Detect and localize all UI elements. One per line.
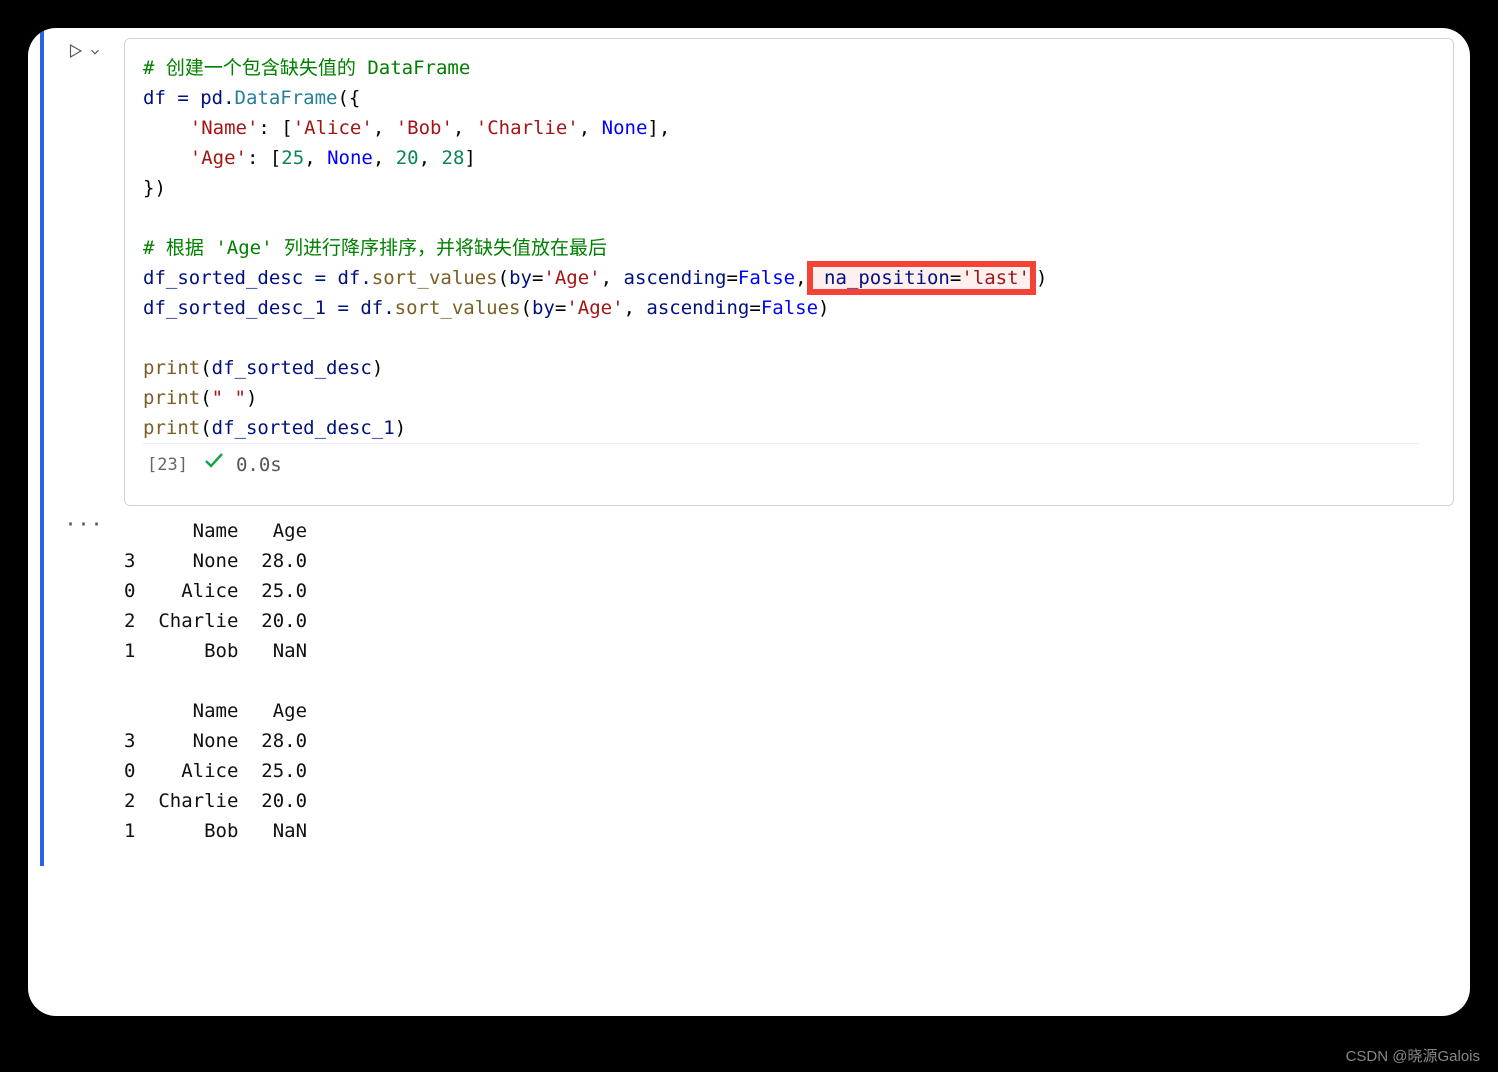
checkmark-icon (202, 448, 226, 481)
output-text: Name Age 3 None 28.0 0 Alice 25.0 2 Char… (124, 510, 307, 866)
code-cell-row: # 创建一个包含缺失值的 DataFrame df = pd.DataFrame… (28, 28, 1470, 510)
execution-count: [23] (143, 450, 188, 480)
execution-time: 0.0s (236, 450, 282, 480)
highlight-annotation: na_position='last' (807, 261, 1036, 295)
run-cell-button[interactable] (66, 42, 84, 64)
code-content: # 创建一个包含缺失值的 DataFrame df = pd.DataFrame… (143, 53, 1435, 443)
cell-gutter (44, 28, 124, 510)
output-cell-row: ··· Name Age 3 None 28.0 0 Alice 25.0 2 … (28, 510, 1470, 866)
run-menu-chevron-icon[interactable] (88, 44, 102, 63)
output-options-icon[interactable]: ··· (44, 510, 124, 866)
execution-status-row: [23] 0.0s (143, 443, 1419, 481)
code-editor[interactable]: # 创建一个包含缺失值的 DataFrame df = pd.DataFrame… (124, 38, 1454, 506)
notebook-card: # 创建一个包含缺失值的 DataFrame df = pd.DataFrame… (28, 28, 1470, 1016)
watermark: CSDN @晓源Galois (1346, 1045, 1480, 1066)
